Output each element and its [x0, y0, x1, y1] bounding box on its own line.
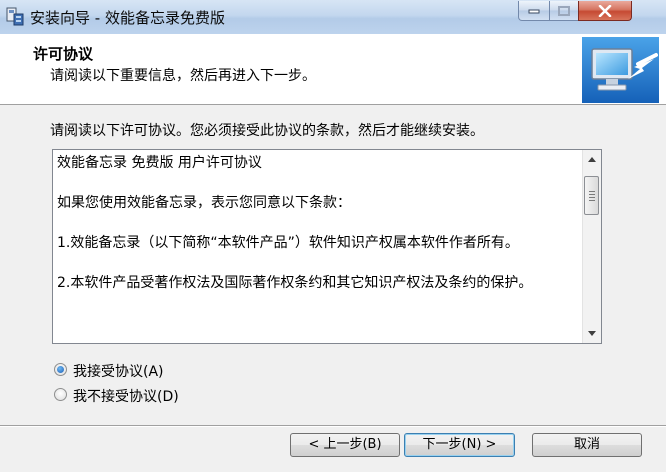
- computer-install-icon: [582, 37, 659, 103]
- radio-selected-icon[interactable]: [54, 363, 67, 376]
- license-instructions: 请阅读以下许可协议。您必须接受此协议的条款，然后才能继续安装。: [50, 123, 484, 139]
- vertical-scrollbar[interactable]: [582, 150, 601, 343]
- scroll-down-arrow-icon[interactable]: [583, 325, 601, 342]
- decline-agreement-label[interactable]: 我不接受协议(D): [73, 386, 179, 406]
- next-button[interactable]: 下一步(N) >: [404, 433, 515, 457]
- radio-unselected-icon[interactable]: [54, 388, 67, 401]
- back-button[interactable]: < 上一步(B): [290, 433, 400, 457]
- minimize-button[interactable]: [518, 1, 550, 21]
- maximize-button[interactable]: [549, 1, 579, 21]
- wizard-body: 请阅读以下许可协议。您必须接受此协议的条款，然后才能继续安装。 效能备忘录 免费…: [0, 105, 666, 472]
- scroll-up-arrow-icon[interactable]: [583, 151, 601, 168]
- license-textbox[interactable]: 效能备忘录 免费版 用户许可协议 如果您使用效能备忘录，表示您同意以下条款： 1…: [52, 149, 602, 344]
- close-icon: [598, 4, 612, 17]
- installer-window: 安装向导 - 效能备忘录免费版 许可协议 请阅读以下重要信息，然后再进入下一步。: [0, 0, 666, 472]
- close-button[interactable]: [578, 1, 632, 21]
- license-paragraph: 如果您使用效能备忘录，表示您同意以下条款：: [57, 195, 351, 211]
- maximize-icon: [558, 5, 570, 16]
- license-paragraph: 2.本软件产品受著作权法及国际著作权条约和其它知识产权法及条约的保护。: [57, 275, 533, 291]
- button-divider: [0, 425, 666, 427]
- license-text: 效能备忘录 免费版 用户许可协议 如果您使用效能备忘录，表示您同意以下条款： 1…: [57, 152, 577, 312]
- page-subtitle: 请阅读以下重要信息，然后再进入下一步。: [50, 68, 316, 84]
- cancel-button[interactable]: 取消: [532, 433, 642, 457]
- page-title: 许可协议: [33, 45, 94, 63]
- license-paragraph: 效能备忘录 免费版 用户许可协议: [57, 155, 262, 171]
- header-panel: 许可协议 请阅读以下重要信息，然后再进入下一步。: [0, 34, 666, 105]
- accept-agreement-label[interactable]: 我接受协议(A): [73, 361, 164, 381]
- title-bar[interactable]: 安装向导 - 效能备忘录免费版: [0, 0, 666, 34]
- installer-icon: [5, 5, 25, 27]
- scrollbar-thumb[interactable]: [584, 176, 599, 215]
- grip-icon: [589, 191, 595, 203]
- minimize-icon: [528, 9, 540, 13]
- license-paragraph: 1.效能备忘录（以下简称“本软件产品”）软件知识产权属本软件作者所有。: [57, 235, 519, 251]
- window-title: 安装向导 - 效能备忘录免费版: [30, 9, 225, 27]
